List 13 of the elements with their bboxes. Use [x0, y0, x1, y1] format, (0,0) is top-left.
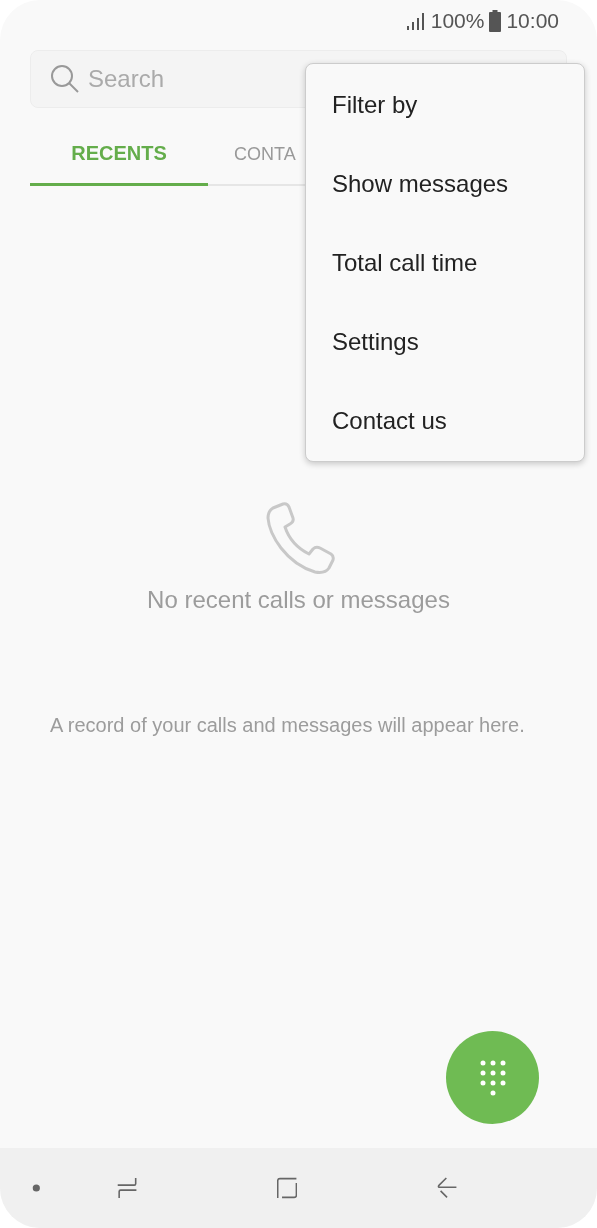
empty-title: No recent calls or messages	[147, 586, 450, 614]
signal-icon	[405, 11, 426, 31]
menu-item[interactable]: Show messages	[306, 144, 584, 223]
empty-hint: A record of your calls and messages will appear here.	[50, 713, 526, 738]
clock: 10:00	[506, 9, 559, 33]
battery-icon	[489, 10, 502, 32]
menu-item[interactable]: Settings	[306, 302, 584, 381]
dialpad-icon	[478, 1058, 507, 1097]
dot-icon[interactable]	[32, 1182, 41, 1194]
menu-item[interactable]: Contact us	[306, 381, 584, 460]
menu-item[interactable]: Total call time	[306, 223, 584, 302]
search-icon	[50, 64, 80, 94]
battery-percent: 100%	[430, 9, 485, 33]
